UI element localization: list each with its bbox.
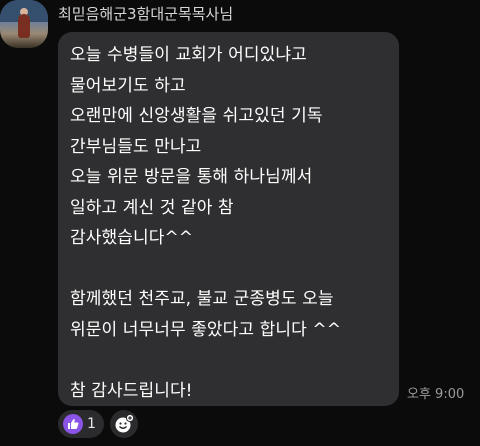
avatar[interactable] — [0, 0, 48, 48]
message-line: 물어보기도 하고 — [70, 75, 186, 96]
message-line — [70, 254, 341, 285]
message-line: 위문이 너무너무 좋았다고 합니다 ^^ — [70, 319, 342, 340]
message-line: 오늘 위문 방문을 통해 하나님께서 — [70, 167, 313, 187]
message-line: 감사했습니다^^ — [70, 228, 194, 248]
message-line: 참 감사드립니다! — [70, 380, 193, 401]
message-line: 오랜만에 신앙생활을 쉬고있던 기독 — [70, 106, 323, 126]
message-timestamp: 오후 9:00 — [407, 387, 465, 402]
message-line: 간부님들도 만나고 — [70, 136, 202, 157]
like-count: 1 — [87, 416, 96, 432]
message-line: 일하고 계신 것 같아 참 — [70, 197, 234, 218]
message-bubble[interactable]: 오늘 수병들이 교회가 어디있냐고물어보기도 하고오랜만에 신앙생활을 쉬고있던… — [58, 32, 399, 406]
message-line: 오늘 수병들이 교회가 어디있냐고 — [70, 45, 307, 65]
message-line: 함께했던 천주교, 불교 군종병도 오늘 — [70, 289, 334, 309]
smiley-plus-icon — [115, 414, 134, 433]
message-line — [70, 345, 341, 376]
message-text: 오늘 수병들이 교회가 어디있냐고물어보기도 하고오랜만에 신앙생활을 쉬고있던… — [70, 40, 341, 406]
avatar-person — [18, 14, 30, 38]
add-reaction-button[interactable] — [110, 410, 138, 438]
sender-name[interactable]: 최믿음해군3함대군목목사님 — [58, 4, 233, 24]
like-reaction[interactable]: 1 — [58, 410, 104, 438]
thumbs-up-icon — [63, 414, 83, 434]
